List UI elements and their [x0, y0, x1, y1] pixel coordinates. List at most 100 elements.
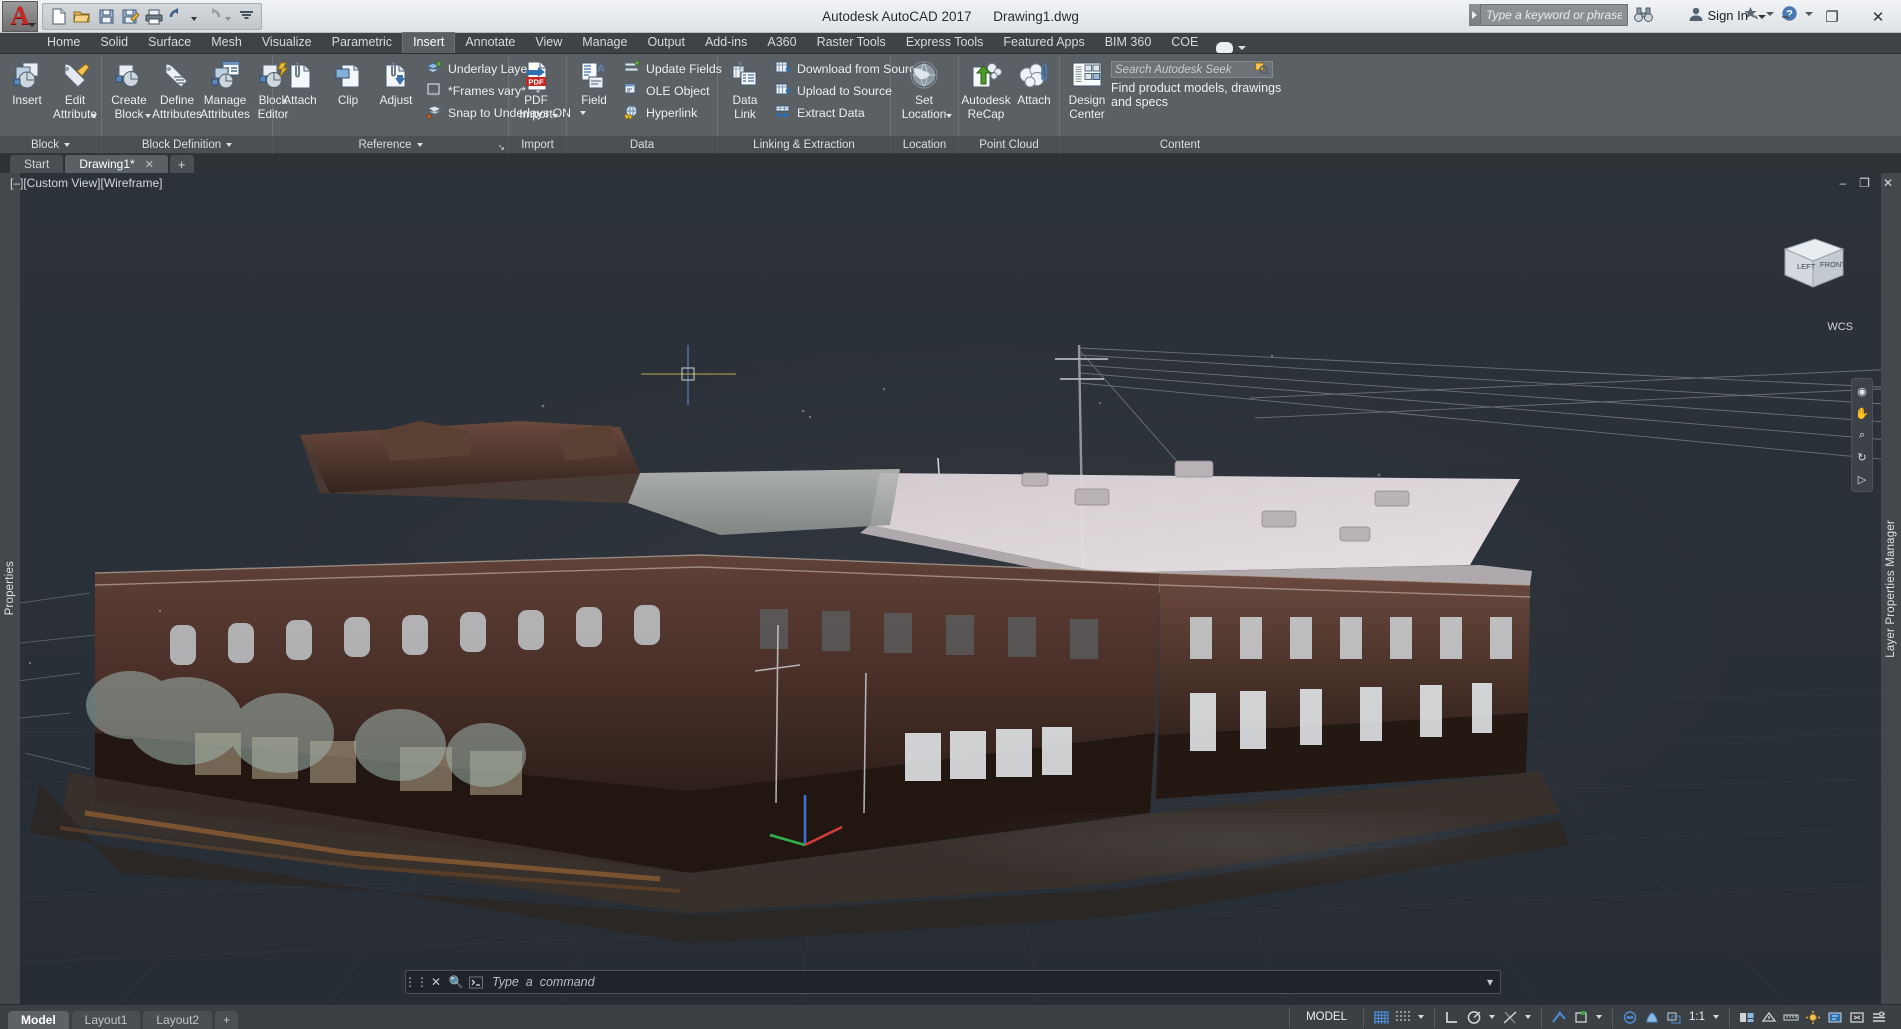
showmotion-icon[interactable]: ▷: [1854, 471, 1870, 487]
polar-tracking-icon[interactable]: [1464, 1007, 1484, 1027]
isolate-objects-icon[interactable]: [1803, 1007, 1823, 1027]
search-input[interactable]: [1480, 4, 1628, 26]
tab-featured-apps[interactable]: Featured Apps: [993, 33, 1094, 53]
seek-search-icon[interactable]: [1255, 62, 1270, 78]
chevron-down-icon[interactable]: [1238, 45, 1247, 50]
close-icon[interactable]: ✕: [426, 971, 446, 993]
save-as-icon[interactable]: [119, 5, 141, 27]
workspace-switching-icon[interactable]: [1737, 1007, 1757, 1027]
new-icon[interactable]: [47, 5, 69, 27]
adjust-button[interactable]: Adjust: [372, 56, 420, 107]
tab-insert[interactable]: Insert: [402, 32, 456, 53]
wcs-label[interactable]: WCS: [1827, 321, 1853, 333]
osnap-caret[interactable]: [1596, 1015, 1602, 1019]
autodesk-recap-button[interactable]: Autodesk ReCap: [961, 56, 1011, 121]
close-button[interactable]: ✕: [1855, 0, 1901, 33]
layout-tab-layout1[interactable]: Layout1: [71, 1010, 141, 1029]
customization-icon[interactable]: [1869, 1007, 1889, 1027]
command-input[interactable]: [486, 975, 1480, 989]
set-location-button[interactable]: Set Location: [894, 56, 954, 121]
design-center-button[interactable]: Design Center: [1063, 56, 1111, 121]
dialog-launcher-icon[interactable]: ↘: [497, 142, 505, 153]
viewport-maximize-icon[interactable]: ❐: [1859, 176, 1870, 190]
search-expand-icon[interactable]: [1469, 4, 1480, 26]
tab-view[interactable]: View: [525, 33, 572, 53]
ribbon-cloud-status[interactable]: [1208, 42, 1254, 53]
transparency-icon[interactable]: [1642, 1007, 1662, 1027]
units-icon[interactable]: [1781, 1007, 1801, 1027]
hyperlink-button[interactable]: Hyperlink: [622, 102, 726, 124]
pan-icon[interactable]: ✋: [1854, 405, 1870, 421]
redo-icon[interactable]: [201, 5, 223, 27]
chevron-down-icon[interactable]: [145, 114, 151, 118]
tab-home[interactable]: Home: [37, 33, 90, 53]
orbit-icon[interactable]: ↻: [1854, 449, 1870, 465]
maximize-button[interactable]: ❐: [1809, 0, 1855, 33]
tab-coe[interactable]: COE: [1161, 33, 1208, 53]
clean-screen-icon[interactable]: [1847, 1007, 1867, 1027]
tab-surface[interactable]: Surface: [138, 33, 201, 53]
close-icon[interactable]: ✕: [145, 158, 154, 171]
edit-attribute-button[interactable]: Edit Attribute: [51, 56, 99, 121]
grid-display-icon[interactable]: [1371, 1007, 1391, 1027]
command-line[interactable]: ⋮⋮ ✕ 🔍 ▾: [404, 970, 1501, 994]
clip-button[interactable]: Clip: [324, 56, 372, 107]
save-icon[interactable]: [95, 5, 117, 27]
chevron-down-icon[interactable]: [946, 114, 952, 118]
snap-dropdown-caret[interactable]: [1418, 1015, 1424, 1019]
pdf-import-button[interactable]: PDF PDF Import: [512, 56, 560, 121]
viewport-close-icon[interactable]: ✕: [1883, 176, 1893, 190]
redo-dropdown-caret[interactable]: [225, 17, 231, 21]
layout-tab-layout2[interactable]: Layout2: [143, 1010, 213, 1029]
tab-visualize[interactable]: Visualize: [252, 33, 322, 53]
point-cloud-scene[interactable]: [0, 173, 1901, 1004]
chevron-down-icon[interactable]: [416, 143, 423, 147]
minimize-button[interactable]: –: [1763, 0, 1809, 33]
chevron-down-icon[interactable]: [226, 143, 233, 147]
define-attributes-button[interactable]: Define Attributes: [152, 56, 202, 121]
hardware-acceleration-icon[interactable]: [1825, 1007, 1845, 1027]
view-cube[interactable]: LEFT FRONT: [1771, 231, 1849, 299]
tab-annotate[interactable]: Annotate: [455, 33, 525, 53]
tab-manage[interactable]: Manage: [572, 33, 637, 53]
binoculars-icon[interactable]: [1632, 4, 1654, 26]
create-block-button[interactable]: Create Block: [105, 56, 153, 121]
lineweight-icon[interactable]: [1620, 1007, 1640, 1027]
manage-attributes-button[interactable]: Manage Attributes: [200, 56, 250, 121]
ole-object-button[interactable]: OLE Object: [622, 80, 726, 102]
tab-add-ins[interactable]: Add-ins: [695, 33, 757, 53]
tab-output[interactable]: Output: [637, 33, 695, 53]
layer-properties-manager-rail[interactable]: Layer Properties Manager: [1881, 173, 1901, 1004]
open-icon[interactable]: [71, 5, 93, 27]
viewport-minimize-icon[interactable]: –: [1839, 176, 1846, 190]
annotation-monitor-icon[interactable]: [1759, 1007, 1779, 1027]
doc-tab-start[interactable]: Start: [10, 155, 64, 173]
tab-express-tools[interactable]: Express Tools: [896, 33, 994, 53]
osnap-tracking-caret[interactable]: [1525, 1015, 1531, 1019]
tab-raster-tools[interactable]: Raster Tools: [807, 33, 896, 53]
selection-cycling-icon[interactable]: [1664, 1007, 1684, 1027]
command-drag-handle[interactable]: ⋮⋮: [404, 971, 428, 993]
ortho-mode-icon[interactable]: [1442, 1007, 1462, 1027]
insert-button[interactable]: Insert: [3, 56, 51, 107]
model-space-button[interactable]: MODEL: [1297, 1011, 1356, 1023]
command-expand-icon[interactable]: ▾: [1480, 971, 1500, 993]
dynamic-ucs-icon[interactable]: [1571, 1007, 1591, 1027]
plot-icon[interactable]: [143, 5, 165, 27]
full-navigation-wheel-icon[interactable]: ◉: [1854, 383, 1870, 399]
undo-icon[interactable]: [167, 5, 189, 27]
undo-dropdown-caret[interactable]: [191, 17, 197, 21]
attach-button[interactable]: Attach: [276, 56, 324, 107]
application-menu-button[interactable]: A: [2, 0, 38, 32]
update-fields-button[interactable]: Update Fields: [622, 58, 726, 80]
navigation-bar[interactable]: ◉ ✋ ⌕ ↻ ▷: [1851, 378, 1873, 492]
object-snap-icon[interactable]: [1549, 1007, 1569, 1027]
data-link-button[interactable]: Data Link: [721, 56, 769, 121]
annotation-scale-caret[interactable]: [1713, 1015, 1719, 1019]
chevron-down-icon[interactable]: [64, 143, 71, 147]
layout-tab-new[interactable]: +: [215, 1010, 239, 1029]
tab-mesh[interactable]: Mesh: [201, 33, 252, 53]
layout-tab-model[interactable]: Model: [8, 1010, 69, 1029]
tab-parametric[interactable]: Parametric: [322, 33, 402, 53]
autodesk-seek-search-box[interactable]: Search Autodesk Seek: [1111, 61, 1273, 78]
